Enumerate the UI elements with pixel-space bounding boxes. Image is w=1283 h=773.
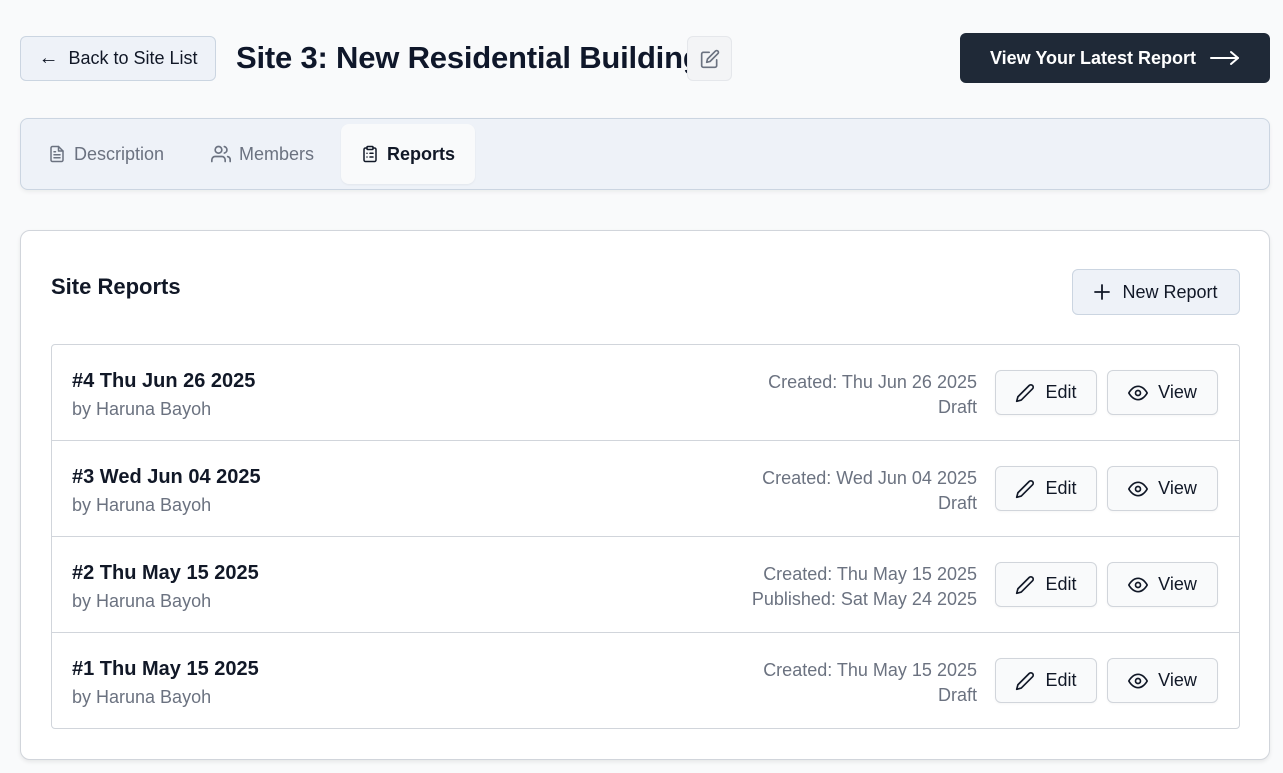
- users-icon: [211, 144, 231, 164]
- report-author: by Haruna Bayoh: [72, 495, 212, 515]
- report-author: by Haruna Bayoh: [72, 591, 212, 611]
- tab-members[interactable]: Members: [191, 124, 334, 184]
- edit-label: Edit: [1045, 382, 1077, 402]
- site-report-page: ← Back to Site List Site 3: New Resident…: [0, 0, 1283, 773]
- clipboard-icon: [361, 144, 379, 164]
- view-label: View: [1158, 478, 1197, 498]
- eye-icon: [1128, 671, 1149, 691]
- edit-square-icon: [700, 49, 720, 69]
- report-list: #4 Thu Jun 26 2025 by Haruna Bayoh Creat…: [51, 344, 1240, 729]
- report-created-date: Created: Thu May 15 2025: [763, 564, 977, 584]
- report-author: by Haruna Bayoh: [72, 399, 212, 419]
- document-icon: [48, 144, 66, 164]
- back-to-site-list-button[interactable]: ← Back to Site List: [20, 36, 216, 81]
- site-reports-card: Site Reports New Report #4 Thu Jun 26 20…: [20, 230, 1270, 760]
- report-row: #2 Thu May 15 2025 by Haruna Bayoh Creat…: [52, 537, 1239, 633]
- pencil-icon: [1015, 383, 1035, 403]
- view-report-button[interactable]: View: [1107, 466, 1218, 511]
- report-status: Draft: [937, 397, 977, 417]
- latest-report-label: View Your Latest Report: [989, 47, 1197, 68]
- tab-reports-label: Reports: [387, 143, 456, 164]
- edit-label: Edit: [1045, 670, 1077, 690]
- report-row: #4 Thu Jun 26 2025 by Haruna Bayoh Creat…: [52, 345, 1239, 441]
- report-created-date: Created: Wed Jun 04 2025: [762, 468, 977, 488]
- new-report-label: New Report: [1122, 281, 1218, 302]
- page-title: Site 3: New Residential Building: [236, 40, 702, 75]
- report-row: #3 Wed Jun 04 2025 by Haruna Bayoh Creat…: [52, 441, 1239, 537]
- report-created-date: Created: Thu Jun 26 2025: [768, 372, 977, 392]
- view-report-button[interactable]: View: [1107, 370, 1218, 415]
- edit-report-button[interactable]: Edit: [995, 370, 1097, 415]
- report-row: #1 Thu May 15 2025 by Haruna Bayoh Creat…: [52, 633, 1239, 728]
- arrow-left-icon: ←: [38, 46, 59, 69]
- report-title: #3 Wed Jun 04 2025: [72, 466, 261, 488]
- tab-description[interactable]: Description: [28, 124, 184, 184]
- edit-report-button[interactable]: Edit: [995, 466, 1097, 511]
- tab-reports[interactable]: Reports: [341, 124, 476, 184]
- edit-label: Edit: [1045, 478, 1077, 498]
- view-latest-report-button[interactable]: View Your Latest Report: [960, 33, 1270, 83]
- plus-icon: [1094, 284, 1111, 300]
- report-title: #4 Thu Jun 26 2025: [72, 370, 256, 392]
- report-meta: Created: Wed Jun 04 2025 Draft: [762, 466, 977, 516]
- view-report-button[interactable]: View: [1107, 562, 1218, 607]
- report-meta: Created: Thu Jun 26 2025 Draft: [768, 370, 977, 420]
- report-title: #2 Thu May 15 2025: [72, 562, 259, 584]
- eye-icon: [1128, 479, 1149, 499]
- view-report-button[interactable]: View: [1107, 658, 1218, 703]
- pencil-icon: [1015, 575, 1035, 595]
- edit-site-title-button[interactable]: [687, 36, 732, 81]
- report-status: Published: Sat May 24 2025: [751, 589, 977, 609]
- eye-icon: [1128, 575, 1149, 595]
- report-created-date: Created: Thu May 15 2025: [763, 660, 977, 680]
- back-button-label: Back to Site List: [68, 48, 198, 68]
- tabs-bar: Description Members Reports: [20, 118, 1270, 190]
- card-title: Site Reports: [51, 274, 181, 299]
- tab-description-label: Description: [74, 143, 165, 164]
- new-report-button[interactable]: New Report: [1072, 269, 1240, 315]
- report-meta: Created: Thu May 15 2025 Published: Sat …: [752, 562, 977, 612]
- tab-members-label: Members: [239, 143, 315, 164]
- view-label: View: [1158, 670, 1197, 690]
- report-meta: Created: Thu May 15 2025 Draft: [763, 658, 977, 708]
- edit-report-button[interactable]: Edit: [995, 658, 1097, 703]
- report-author: by Haruna Bayoh: [72, 687, 212, 707]
- view-label: View: [1158, 382, 1197, 402]
- arrow-right-icon: [1210, 50, 1240, 66]
- report-status: Draft: [937, 493, 977, 513]
- view-label: View: [1158, 574, 1197, 594]
- eye-icon: [1128, 383, 1149, 403]
- pencil-icon: [1015, 479, 1035, 499]
- pencil-icon: [1015, 671, 1035, 691]
- report-title: #1 Thu May 15 2025: [72, 658, 259, 680]
- edit-label: Edit: [1045, 574, 1077, 594]
- report-status: Draft: [937, 685, 977, 705]
- edit-report-button[interactable]: Edit: [995, 562, 1097, 607]
